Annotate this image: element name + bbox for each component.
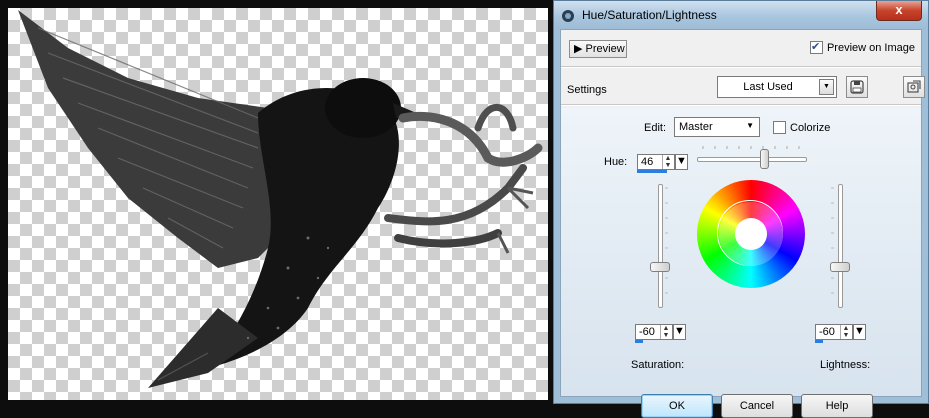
dialog-title: Hue/Saturation/Lightness bbox=[582, 8, 717, 22]
save-preset-button[interactable] bbox=[846, 76, 868, 98]
saturation-label: Saturation: bbox=[631, 359, 685, 371]
image-canvas[interactable] bbox=[8, 8, 548, 400]
lightness-label: Lightness: bbox=[820, 359, 871, 371]
lightness-slider-track[interactable] bbox=[838, 184, 843, 308]
hue-value: 46 bbox=[641, 156, 654, 168]
saturation-level-bar bbox=[635, 340, 643, 343]
color-wheel-center bbox=[735, 218, 767, 250]
hue-label: Hue: bbox=[604, 156, 628, 168]
preview-on-image-option[interactable]: Preview on Image bbox=[809, 40, 915, 54]
color-wheel[interactable] bbox=[697, 180, 805, 288]
lightness-input[interactable]: -60 ▲ ▼ bbox=[815, 324, 853, 340]
edit-selected-value: Master bbox=[679, 121, 713, 133]
saturation-slider-thumb[interactable] bbox=[650, 262, 670, 272]
ok-button[interactable]: OK bbox=[641, 394, 713, 418]
edit-label: Edit: bbox=[644, 122, 667, 134]
adjustment-panel: Edit: Master ▼ Colorize Hue: 46 ▲ ▼ ▼ -6… bbox=[561, 108, 921, 418]
hue-dropdown-button[interactable]: ▼ bbox=[675, 154, 688, 170]
lightness-level-bar bbox=[815, 340, 823, 343]
saturation-slider-track[interactable] bbox=[658, 184, 663, 308]
hue-slider-thumb[interactable] bbox=[760, 149, 769, 169]
bird-image bbox=[18, 10, 543, 388]
app-icon bbox=[562, 10, 574, 22]
preview-toggle-button[interactable]: ▶ Preview bbox=[569, 40, 627, 58]
spin-updown-icon[interactable]: ▲ ▼ bbox=[662, 155, 673, 169]
manage-presets-button[interactable] bbox=[903, 76, 925, 98]
lightness-value: -60 bbox=[819, 326, 835, 338]
manage-presets-icon bbox=[907, 80, 921, 93]
edit-channel-dropdown[interactable]: Master ▼ bbox=[674, 117, 760, 137]
saturation-value: -60 bbox=[639, 326, 655, 338]
help-button[interactable]: Help bbox=[801, 394, 873, 418]
colorize-label: Colorize bbox=[790, 121, 831, 134]
saturation-dropdown-button[interactable]: ▼ bbox=[673, 324, 686, 340]
play-triangle-icon: ▶ bbox=[574, 43, 583, 55]
close-button[interactable]: x bbox=[876, 1, 922, 21]
saturation-slider-ticks bbox=[665, 187, 668, 294]
divider bbox=[561, 66, 921, 68]
lightness-slider-ticks bbox=[831, 187, 834, 294]
colorize-option[interactable]: Colorize bbox=[773, 121, 830, 134]
lightness-slider-thumb[interactable] bbox=[830, 262, 850, 272]
title-bar[interactable]: Hue/Saturation/Lightness x bbox=[554, 1, 928, 29]
hue-level-bar bbox=[637, 170, 667, 173]
spin-updown-icon[interactable]: ▲ ▼ bbox=[840, 325, 851, 339]
hue-saturation-lightness-dialog: Hue/Saturation/Lightness x ▶ Preview Pre… bbox=[553, 0, 929, 418]
hue-slider-ticks bbox=[702, 146, 800, 149]
hue-slider-track[interactable] bbox=[697, 157, 807, 162]
preview-label: Preview bbox=[585, 43, 625, 55]
preview-on-image-checkbox[interactable] bbox=[809, 40, 823, 54]
dialog-client-area: ▶ Preview Preview on Image Settings Last… bbox=[560, 29, 925, 418]
chevron-down-icon[interactable]: ▼ bbox=[819, 79, 834, 95]
divider bbox=[561, 104, 921, 106]
spin-updown-icon[interactable]: ▲ ▼ bbox=[660, 325, 671, 339]
settings-label: Settings bbox=[567, 84, 607, 96]
lightness-dropdown-button[interactable]: ▼ bbox=[853, 324, 866, 340]
settings-dropdown[interactable]: Last Used ▼ bbox=[717, 76, 837, 98]
chevron-down-icon: ▼ bbox=[746, 121, 754, 130]
settings-selected-value: Last Used bbox=[743, 81, 793, 93]
colorize-checkbox[interactable] bbox=[773, 121, 786, 134]
preview-on-image-label: Preview on Image bbox=[826, 41, 915, 54]
save-preset-icon bbox=[850, 80, 864, 94]
cancel-button[interactable]: Cancel bbox=[721, 394, 793, 418]
hue-input[interactable]: 46 ▲ ▼ bbox=[637, 154, 675, 170]
saturation-input[interactable]: -60 ▲ ▼ bbox=[635, 324, 673, 340]
